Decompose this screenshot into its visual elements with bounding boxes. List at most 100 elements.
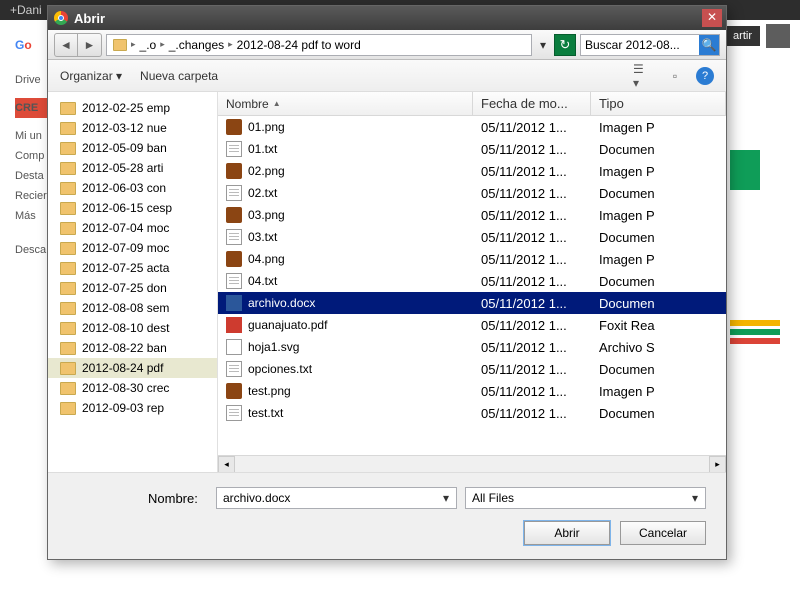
- folder-icon: [60, 402, 76, 415]
- file-row[interactable]: guanajuato.pdf05/11/2012 1...Foxit Rea: [218, 314, 726, 336]
- dialog-bottom: Nombre: archivo.docx ▾ All Files ▾ Abrir…: [48, 472, 726, 559]
- folder-tree[interactable]: 2012-02-25 emp 2012-03-12 nue 2012-05-09 b…: [48, 92, 218, 472]
- folder-row[interactable]: 2012-02-25 emp: [48, 98, 217, 118]
- folder-row[interactable]: 2012-09-03 rep: [48, 398, 217, 418]
- file-date: 05/11/2012 1...: [473, 384, 591, 399]
- folder-row[interactable]: 2012-07-09 moc: [48, 238, 217, 258]
- scroll-track[interactable]: [235, 457, 709, 472]
- file-date: 05/11/2012 1...: [473, 318, 591, 333]
- filter-select[interactable]: All Files ▾: [465, 487, 706, 509]
- file-row[interactable]: 02.png 05/11/2012 1...Imagen P: [218, 160, 726, 182]
- crumb[interactable]: 2012-08-24 pdf to word: [237, 38, 361, 52]
- file-type: Imagen P: [591, 164, 726, 179]
- help-button[interactable]: ?: [696, 67, 714, 85]
- search-icon[interactable]: 🔍: [699, 35, 719, 55]
- png-file-icon: [226, 163, 242, 179]
- file-list[interactable]: 01.png05/11/2012 1...Imagen P01.txt05/11…: [218, 116, 726, 455]
- filename-input[interactable]: archivo.docx ▾: [216, 487, 457, 509]
- col-header-type[interactable]: Tipo: [591, 92, 726, 115]
- file-row[interactable]: 03.png05/11/2012 1...Imagen P: [218, 204, 726, 226]
- folder-icon: [60, 322, 76, 335]
- scroll-left-button[interactable]: ◂: [218, 456, 235, 473]
- file-name: 02.png: [248, 164, 285, 178]
- back-button[interactable]: ◄: [54, 33, 78, 57]
- search-input[interactable]: Buscar 2012-08... 🔍: [580, 34, 720, 56]
- folder-icon: [60, 382, 76, 395]
- folder-row[interactable]: 2012-05-09 ban: [48, 138, 217, 158]
- file-row[interactable]: test.txt05/11/2012 1...Documen: [218, 402, 726, 424]
- folder-label: 2012-03-12 nue: [82, 121, 167, 135]
- folder-label: 2012-07-25 acta: [82, 261, 169, 275]
- folder-row[interactable]: 2012-08-10 dest: [48, 318, 217, 338]
- new-folder-button[interactable]: Nueva carpeta: [140, 69, 218, 83]
- folder-icon: [113, 39, 127, 51]
- breadcrumb-dropdown[interactable]: ▾: [536, 38, 550, 52]
- close-button[interactable]: ✕: [702, 9, 722, 27]
- folder-icon: [60, 262, 76, 275]
- organize-menu[interactable]: Organizar ▾: [60, 69, 122, 83]
- view-options-button[interactable]: ☰ ▾: [632, 66, 654, 86]
- filename-label: Nombre:: [148, 491, 208, 506]
- file-date: 05/11/2012 1...: [473, 340, 591, 355]
- file-row[interactable]: 03.txt05/11/2012 1...Documen: [218, 226, 726, 248]
- file-row[interactable]: test.png05/11/2012 1...Imagen P: [218, 380, 726, 402]
- file-type: Documen: [591, 406, 726, 421]
- folder-label: 2012-08-24 pdf: [82, 361, 163, 375]
- cancel-button[interactable]: Cancelar: [620, 521, 706, 545]
- file-row[interactable]: archivo.docx05/11/2012 1...Documen: [218, 292, 726, 314]
- folder-row[interactable]: 2012-07-25 don: [48, 278, 217, 298]
- titlebar[interactable]: Abrir ✕: [48, 6, 726, 30]
- txt-file-icon: [226, 229, 242, 245]
- folder-row[interactable]: 2012-08-08 sem: [48, 298, 217, 318]
- file-name: 03.txt: [248, 230, 277, 244]
- folder-label: 2012-06-15 cesp: [82, 201, 172, 215]
- file-date: 05/11/2012 1...: [473, 120, 591, 135]
- png-file-icon: [226, 251, 242, 267]
- chevron-down-icon[interactable]: ▾: [438, 491, 454, 505]
- open-button[interactable]: Abrir: [524, 521, 610, 545]
- chevron-down-icon[interactable]: ▾: [687, 491, 703, 505]
- folder-row[interactable]: 2012-03-12 nue: [48, 118, 217, 138]
- bg-share: artir: [725, 26, 760, 46]
- file-name: test.png: [248, 384, 291, 398]
- folder-row[interactable]: 2012-05-28 arti: [48, 158, 217, 178]
- forward-button[interactable]: ►: [78, 33, 102, 57]
- folder-row[interactable]: 2012-08-22 ban: [48, 338, 217, 358]
- breadcrumb[interactable]: ▸ _.o ▸ _.changes ▸ 2012-08-24 pdf to wo…: [106, 34, 532, 56]
- horizontal-scrollbar[interactable]: ◂ ▸: [218, 455, 726, 472]
- folder-row[interactable]: 2012-06-03 con: [48, 178, 217, 198]
- file-row[interactable]: opciones.txt05/11/2012 1...Documen: [218, 358, 726, 380]
- toolbar: Organizar ▾ Nueva carpeta ☰ ▾ ▫ ?: [48, 60, 726, 92]
- txt-file-icon: [226, 141, 242, 157]
- folder-label: 2012-02-25 emp: [82, 101, 170, 115]
- file-row[interactable]: 02.txt05/11/2012 1...Documen: [218, 182, 726, 204]
- file-date: 05/11/2012 1...: [473, 164, 591, 179]
- preview-pane-button[interactable]: ▫: [664, 66, 686, 86]
- file-row[interactable]: 01.txt05/11/2012 1...Documen: [218, 138, 726, 160]
- col-header-name[interactable]: Nombre▲: [218, 92, 473, 115]
- file-name: 01.txt: [248, 142, 277, 156]
- file-row[interactable]: 01.png05/11/2012 1...Imagen P: [218, 116, 726, 138]
- folder-row[interactable]: 2012-08-24 pdf: [48, 358, 217, 378]
- folder-row[interactable]: 2012-07-25 acta: [48, 258, 217, 278]
- file-row[interactable]: 04.png05/11/2012 1...Imagen P: [218, 248, 726, 270]
- crumb[interactable]: _.o: [140, 38, 157, 52]
- file-row[interactable]: hoja1.svg05/11/2012 1...Archivo S: [218, 336, 726, 358]
- folder-label: 2012-08-30 crec: [82, 381, 169, 395]
- bg-right: artir: [725, 24, 790, 48]
- crumb[interactable]: _.changes: [169, 38, 224, 52]
- folder-row[interactable]: 2012-08-30 crec: [48, 378, 217, 398]
- folder-row[interactable]: 2012-06-15 cesp: [48, 198, 217, 218]
- png-file-icon: [226, 119, 242, 135]
- filename-value: archivo.docx: [223, 491, 438, 505]
- folder-label: 2012-06-03 con: [82, 181, 166, 195]
- col-header-date[interactable]: Fecha de mo...: [473, 92, 591, 115]
- sort-asc-icon: ▲: [273, 99, 281, 108]
- folder-label: 2012-08-08 sem: [82, 301, 169, 315]
- refresh-button[interactable]: ↻: [554, 34, 576, 56]
- folder-row[interactable]: 2012-07-04 moc: [48, 218, 217, 238]
- scroll-right-button[interactable]: ▸: [709, 456, 726, 473]
- folder-label: 2012-08-10 dest: [82, 321, 169, 335]
- file-row[interactable]: 04.txt05/11/2012 1...Documen: [218, 270, 726, 292]
- file-date: 05/11/2012 1...: [473, 274, 591, 289]
